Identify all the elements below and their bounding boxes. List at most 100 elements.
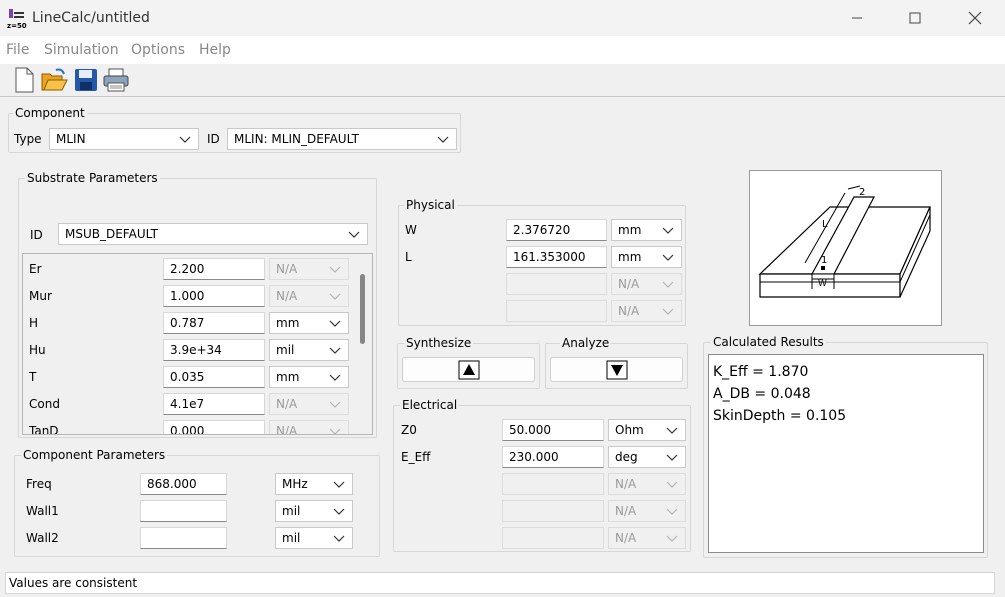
chevron-down-icon [666,427,678,434]
print-button[interactable] [102,66,130,94]
electrical-param-unit-select: N/A [608,500,686,522]
menu-help[interactable]: Help [199,42,231,58]
electrical-param-unit-select: N/A [608,473,686,495]
chevron-down-icon [329,401,341,408]
chevron-down-icon [333,508,345,515]
chevron-down-icon [662,308,674,315]
physical-param-value-field[interactable]: 2.376720 [506,219,607,241]
status-bar: Values are consistent [5,572,995,594]
physical-group-title: Physical [404,198,457,212]
physical-param-unit-select[interactable]: mm [611,219,682,241]
substrate-id-value: MSUB_DEFAULT [65,227,158,241]
svg-text:W: W [818,279,827,289]
toolbar [0,64,1005,97]
status-text: Values are consistent [9,576,138,590]
chevron-down-icon [333,481,345,488]
substrate-param-value-field[interactable]: 0.000 [163,420,265,434]
electrical-param-value-field[interactable]: 50.000 [502,419,604,441]
electrical-param-unit-select: N/A [608,527,686,549]
save-button[interactable] [72,66,100,94]
chevron-down-icon [329,293,341,300]
substrate-param-value-field[interactable]: 1.000 [163,285,265,307]
substrate-params-list: Er 2.200 N/A Mur 1.000 N/A H 0.787 mm Hu 3.9e+34 mi… [22,253,373,435]
window-title: LineCalc/untitled [32,10,150,26]
chevron-down-icon [662,254,674,261]
component-group-title: Component [13,106,87,120]
chevron-down-icon [179,136,191,143]
electrical-param-value-field[interactable]: 230.000 [502,446,604,468]
physical-param-unit-select[interactable]: mm [611,246,682,268]
substrate-id-select[interactable]: MSUB_DEFAULT [58,223,368,245]
microstrip-diagram: L 1 2 W [749,170,942,326]
substrate-id-label: ID [30,228,43,242]
substrate-param-value-field[interactable]: 0.787 [163,312,265,334]
substrate-param-unit-select[interactable]: mm [269,366,349,388]
type-select[interactable]: MLIN [49,128,199,150]
substrate-param-label: TanD [29,424,59,435]
chevron-down-icon [662,227,674,234]
substrate-group-title: Substrate Parameters [25,171,160,185]
substrate-param-unit-select[interactable]: mm [269,312,349,334]
scrollbar-thumb[interactable] [360,274,365,344]
unit-value: deg [615,450,638,464]
component-param-unit-select[interactable]: mil [275,527,353,549]
electrical-group-title: Electrical [400,398,460,412]
close-button[interactable] [952,6,998,30]
component-id-label: ID [207,132,220,146]
unit-value: mil [282,504,301,518]
substrate-param-unit-select[interactable]: mil [269,339,349,361]
minimize-button[interactable] [834,6,880,30]
menu-file[interactable]: File [6,42,29,58]
menu-simulation[interactable]: Simulation [44,42,119,58]
unit-value: mm [618,223,642,237]
chevron-down-icon [329,266,341,273]
unit-value: mm [276,370,300,384]
maximize-icon [909,12,921,24]
component-parameters-title: Component Parameters [21,448,168,462]
component-param-value-field[interactable] [140,500,227,522]
svg-text:L: L [822,219,828,230]
substrate-param-unit-select: N/A [269,258,349,280]
chevron-down-icon [329,428,341,434]
component-param-label: Freq [26,477,52,491]
component-param-value-field[interactable] [140,527,227,549]
physical-param-label: W [405,223,417,237]
new-file-button[interactable] [10,66,38,94]
open-file-button[interactable] [40,66,68,94]
electrical-param-label: E_Eff [401,450,431,464]
component-param-unit-select[interactable]: mil [275,500,353,522]
electrical-param-unit-select[interactable]: Ohm [608,419,686,441]
unit-value: mm [618,250,642,264]
chevron-down-icon [348,231,360,238]
menu-options[interactable]: Options [131,42,185,58]
physical-param-label: L [405,250,412,264]
substrate-param-value-field[interactable]: 3.9e+34 [163,339,265,361]
analyze-button[interactable] [550,357,683,382]
electrical-param-unit-select[interactable]: deg [608,446,686,468]
physical-param-value-field[interactable]: 161.353000 [506,246,607,268]
close-icon [968,11,982,25]
synthesize-title: Synthesize [404,336,474,350]
synthesize-button[interactable] [402,357,535,382]
component-id-select[interactable]: MLIN: MLIN_DEFAULT [227,128,457,150]
physical-param-value-field [506,300,607,322]
substrate-param-value-field[interactable]: 4.1e7 [163,393,265,415]
svg-text:z=50: z=50 [7,22,27,30]
substrate-param-value-field[interactable]: 0.035 [163,366,265,388]
physical-param-unit-select: N/A [611,273,682,295]
physical-param-unit-select: N/A [611,300,682,322]
unit-value: MHz [282,477,308,491]
new-file-icon [15,67,34,93]
chevron-down-icon [437,136,449,143]
results-box[interactable]: K_Eff = 1.870 A_DB = 0.048 SkinDepth = 0… [708,354,984,553]
component-param-value-field[interactable]: 868.000 [140,473,227,495]
substrate-param-value-field[interactable]: 2.200 [163,258,265,280]
unit-value: N/A [615,531,637,545]
unit-value: N/A [276,397,298,411]
component-param-unit-select[interactable]: MHz [275,473,353,495]
maximize-button[interactable] [892,6,938,30]
unit-value: N/A [276,289,298,303]
unit-value: mm [276,316,300,330]
unit-value: N/A [615,477,637,491]
result-a-db: A_DB = 0.048 [713,386,811,402]
